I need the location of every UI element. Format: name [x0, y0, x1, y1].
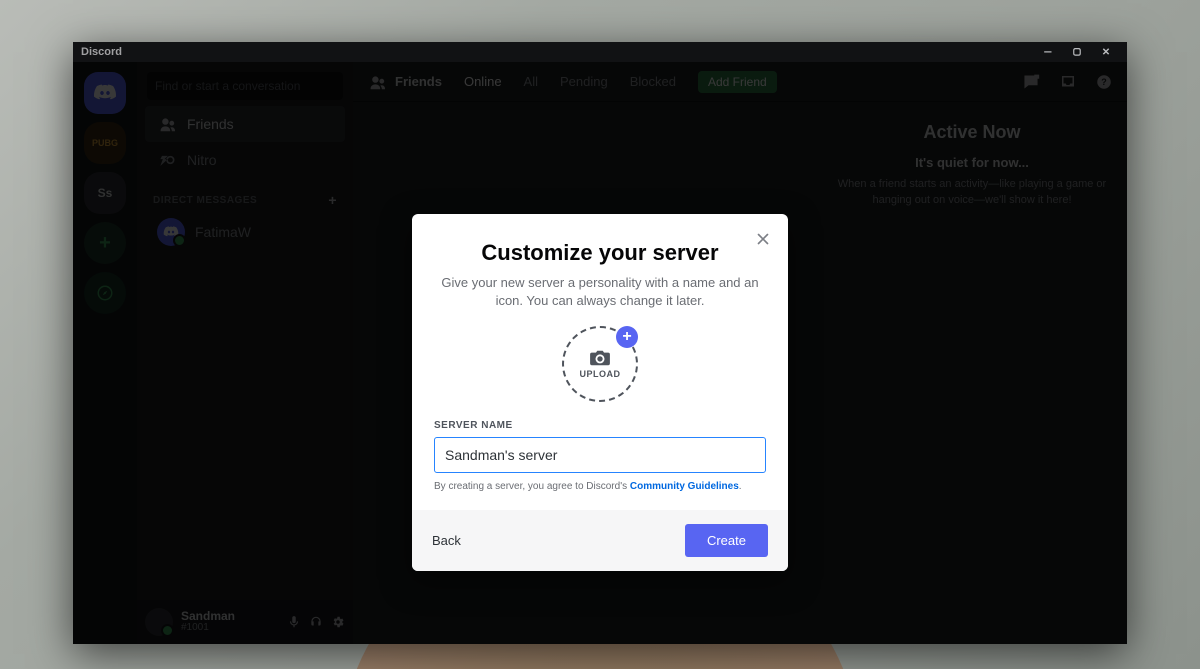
add-server-button[interactable]: + — [84, 222, 126, 264]
dm-add-button[interactable]: + — [328, 192, 337, 208]
activity-panel: Active Now It's quiet for now... When a … — [817, 102, 1127, 644]
self-tag: #1001 — [181, 622, 235, 634]
discord-logo-icon — [163, 226, 179, 238]
minimize-button[interactable]: — — [1035, 44, 1061, 60]
svg-text:?: ? — [1101, 77, 1107, 87]
fineprint-prefix: By creating a server, you agree to Disco… — [434, 481, 630, 492]
modal-close-button[interactable] — [752, 228, 774, 250]
new-dm-icon[interactable] — [1021, 73, 1041, 91]
self-names: Sandman #1001 — [181, 610, 235, 634]
server-icon-upload[interactable]: + UPLOAD — [562, 326, 638, 402]
dm-header-label: DIRECT MESSAGES — [153, 195, 257, 206]
create-button[interactable]: Create — [685, 524, 768, 557]
close-icon — [754, 230, 772, 248]
tab-all[interactable]: All — [524, 74, 538, 89]
friends-header-label: Friends — [395, 74, 442, 89]
sidebar-item-friends[interactable]: Friends — [145, 106, 345, 142]
avatar — [157, 218, 185, 246]
conversation-search[interactable]: Find or start a conversation — [147, 72, 343, 100]
discord-window: Discord — ▢ ✕ PUBG Ss + — [73, 42, 1127, 644]
friends-icon — [157, 114, 177, 134]
user-panel: Sandman #1001 — [137, 600, 353, 644]
desktop-background: Discord — ▢ ✕ PUBG Ss + — [0, 0, 1200, 669]
tab-online[interactable]: Online — [464, 74, 502, 89]
modal-title: Customize your server — [434, 240, 766, 266]
user-settings-button[interactable] — [331, 615, 345, 629]
activity-body: When a friend starts an activity—like pl… — [833, 176, 1111, 208]
close-window-button[interactable]: ✕ — [1093, 44, 1119, 60]
window-title: Discord — [81, 46, 122, 58]
modal-description: Give your new server a personality with … — [434, 274, 766, 310]
server-name-input[interactable] — [434, 437, 766, 473]
back-button[interactable]: Back — [432, 533, 461, 548]
friends-header: Friends — [367, 74, 442, 90]
upload-plus-badge: + — [616, 326, 638, 348]
dm-item[interactable]: FatimaW — [145, 212, 345, 252]
modal-footer: Back Create — [412, 510, 788, 571]
upload-label: UPLOAD — [580, 369, 621, 379]
nitro-icon — [157, 150, 177, 170]
search-placeholder-text: Find or start a conversation — [155, 79, 300, 93]
discord-logo-icon — [93, 84, 117, 102]
help-icon[interactable]: ? — [1095, 73, 1113, 91]
tab-blocked[interactable]: Blocked — [630, 74, 676, 89]
home-server-button[interactable] — [84, 72, 126, 114]
friends-icon — [367, 74, 387, 90]
nitro-label: Nitro — [187, 152, 217, 168]
friends-tabs: Friends Online All Pending Blocked Add F… — [353, 62, 1127, 102]
camera-icon — [589, 349, 611, 367]
guidelines-note: By creating a server, you agree to Disco… — [434, 481, 766, 492]
titlebar: Discord — ▢ ✕ — [73, 42, 1127, 62]
explore-servers-button[interactable] — [84, 272, 126, 314]
add-friend-button[interactable]: Add Friend — [698, 71, 777, 93]
dm-header: DIRECT MESSAGES + — [137, 178, 353, 212]
server-ss[interactable]: Ss — [84, 172, 126, 214]
tab-pending[interactable]: Pending — [560, 74, 608, 89]
inbox-icon[interactable] — [1059, 73, 1077, 91]
deafen-button[interactable] — [309, 615, 323, 629]
activity-title: Active Now — [833, 122, 1111, 143]
server-pubg[interactable]: PUBG — [84, 122, 126, 164]
customize-server-modal: Customize your server Give your new serv… — [412, 214, 788, 571]
mute-mic-button[interactable] — [287, 615, 301, 629]
compass-icon — [96, 284, 114, 302]
self-avatar[interactable] — [145, 608, 173, 636]
community-guidelines-link[interactable]: Community Guidelines — [630, 481, 739, 492]
dm-name: FatimaW — [195, 224, 251, 240]
server-name-label: SERVER NAME — [434, 420, 766, 431]
self-username: Sandman — [181, 610, 235, 622]
sidebar-item-nitro[interactable]: Nitro — [145, 142, 345, 178]
activity-subtitle: It's quiet for now... — [833, 155, 1111, 170]
maximize-button[interactable]: ▢ — [1064, 44, 1090, 60]
window-controls: — ▢ ✕ — [1035, 44, 1119, 61]
dm-sidebar: Find or start a conversation Friends Nit… — [137, 62, 353, 644]
server-rail: PUBG Ss + — [73, 62, 137, 644]
friends-label: Friends — [187, 116, 234, 132]
